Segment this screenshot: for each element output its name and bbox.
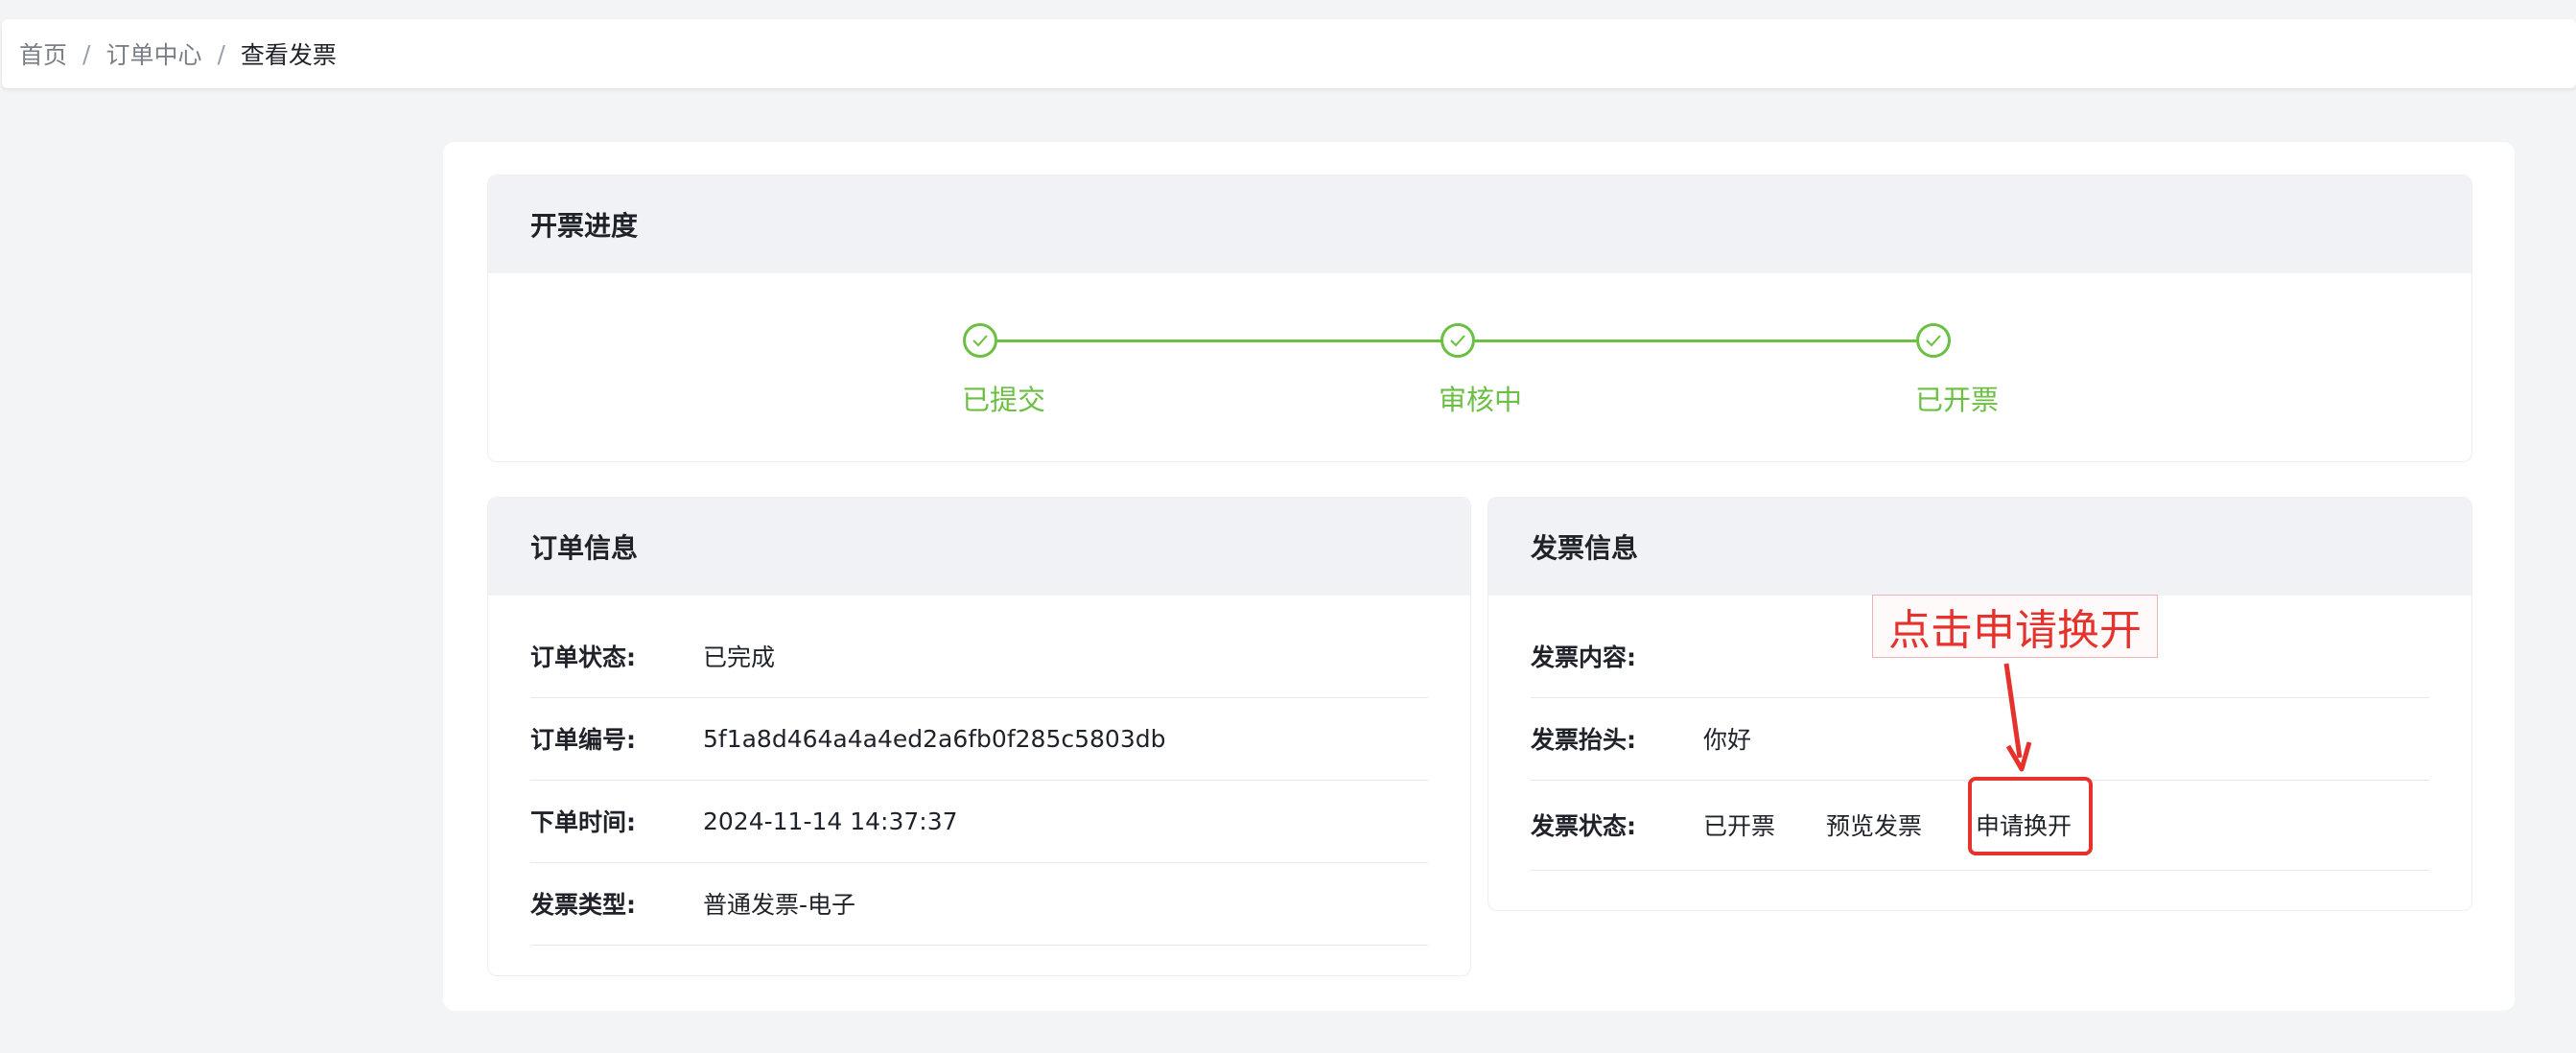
invoice-header-row: 发票抬头: 你好 [1531, 697, 2429, 781]
step-check-icon [1440, 323, 1475, 358]
progress-panel: 开票进度 [487, 175, 2472, 462]
order-number-label: 订单编号: [530, 726, 636, 754]
invoice-info-title: 发票信息 [1488, 498, 2471, 596]
order-time-value: 2024-11-14 14:37:37 [703, 807, 958, 835]
step-label-reviewing: 审核中 [1439, 384, 1523, 416]
breadcrumb-separator: / [217, 39, 225, 68]
order-status-label: 订单状态: [530, 644, 636, 671]
step-label-submitted: 已提交 [962, 384, 1046, 416]
annotation-highlight-box [1968, 777, 2093, 855]
invoice-header-value: 你好 [1703, 726, 1752, 754]
order-number-value: 5f1a8d464a4a4ed2a6fb0f285c5803db [703, 724, 1166, 753]
invoice-type-row: 发票类型: 普通发票-电子 [530, 862, 1428, 946]
order-info-title: 订单信息 [488, 498, 1470, 596]
preview-invoice-link[interactable]: 预览发票 [1826, 807, 1976, 842]
annotation-arrow-icon [2003, 663, 2032, 772]
breadcrumb-order-center[interactable]: 订单中心 [105, 36, 201, 71]
order-number-row: 订单编号: 5f1a8d464a4a4ed2a6fb0f285c5803db [530, 697, 1428, 781]
invoice-header-label: 发票抬头: [1531, 726, 1636, 754]
invoice-status-label: 发票状态: [1531, 812, 1636, 840]
progress-title: 开票进度 [488, 176, 2471, 273]
order-time-label: 下单时间: [530, 808, 636, 836]
annotation-callout: 点击申请换开 [1872, 595, 2158, 658]
step-check-icon [1916, 323, 1951, 358]
order-status-value: 已完成 [703, 644, 776, 671]
order-status-row: 订单状态: 已完成 [530, 615, 1428, 698]
breadcrumb-home[interactable]: 首页 [19, 36, 67, 71]
breadcrumb: 首页 / 订单中心 / 查看发票 [2, 19, 2576, 88]
step-check-icon [963, 323, 997, 358]
invoice-type-value: 普通发票-电子 [703, 891, 856, 919]
step-connector [1475, 339, 1916, 342]
breadcrumb-separator: / [82, 39, 91, 68]
step-label-issued: 已开票 [1915, 384, 2000, 416]
invoice-content-label: 发票内容: [1531, 644, 1636, 671]
breadcrumb-current: 查看发票 [240, 41, 337, 69]
invoice-type-label: 发票类型: [530, 891, 636, 919]
invoice-status-value: 已开票 [1703, 812, 1776, 840]
step-connector [997, 339, 1442, 342]
order-info-panel: 订单信息 订单状态: 已完成 订单编号: 5f1a8d464a4a4ed2a6f… [487, 497, 1471, 976]
order-time-row: 下单时间: 2024-11-14 14:37:37 [530, 780, 1428, 863]
